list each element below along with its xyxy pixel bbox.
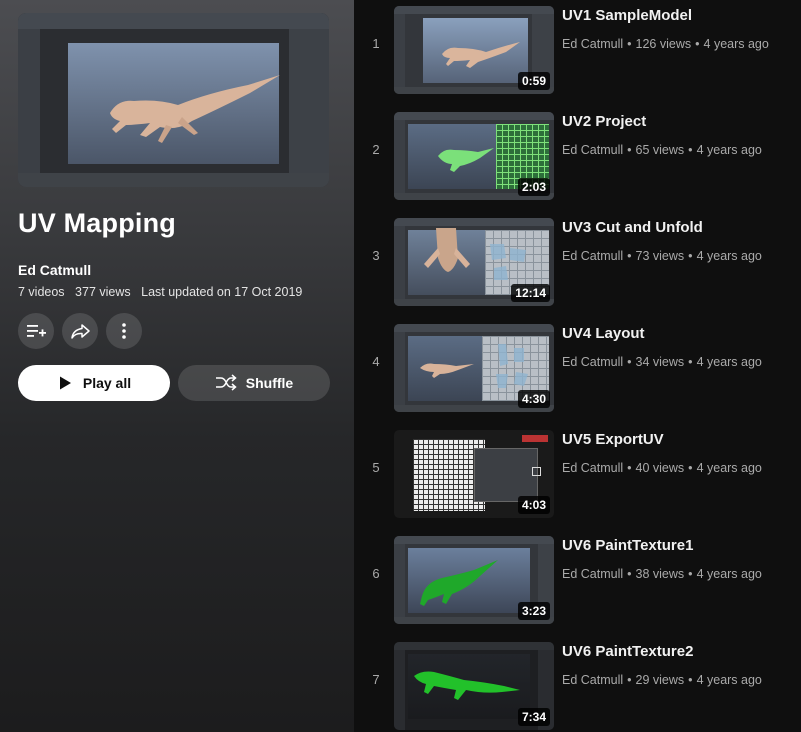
upload-age: 4 years ago [703,37,769,51]
video-duration: 2:03 [517,178,550,196]
more-options-button[interactable] [106,313,142,349]
video-duration: 7:34 [517,708,550,726]
share-button[interactable] [62,313,98,349]
play-all-button[interactable]: Play all [18,365,170,401]
video-meta: Ed Catmull • 34 views • 4 years ago [562,355,762,369]
video-thumbnail[interactable]: 4:03 [394,430,554,518]
play-all-label: Play all [82,375,132,391]
video-index: 6 [372,566,380,581]
video-meta: Ed Catmull • 73 views • 4 years ago [562,249,762,263]
view-count: 73 views [635,249,685,263]
view-count: 29 views [635,673,685,687]
video-title[interactable]: UV4 Layout [562,325,645,342]
video-meta: Ed Catmull • 40 views • 4 years ago [562,461,762,475]
channel-name[interactable]: Ed Catmull [562,461,623,475]
playlist-video-item[interactable]: 6 3:23 UV6 PaintTexture1 Ed Catmull • 38 v… [354,530,801,624]
last-updated: Last updated on 17 Oct 2019 [141,285,303,299]
video-index: 3 [372,248,380,263]
video-title[interactable]: UV6 PaintTexture2 [562,643,693,660]
save-playlist-button[interactable] [18,313,54,349]
video-meta: Ed Catmull • 38 views • 4 years ago [562,567,762,581]
view-count: 65 views [635,143,685,157]
playlist-owner[interactable]: Ed Catmull [18,262,91,278]
video-thumbnail[interactable]: 3:23 [394,536,554,624]
upload-age: 4 years ago [696,249,762,263]
upload-age: 4 years ago [696,461,762,475]
shuffle-icon [215,374,237,391]
video-meta: Ed Catmull • 29 views • 4 years ago [562,673,762,687]
playlist-video-item[interactable]: 2 2:03 UV2 Project Ed Catmull • 65 views • 4… [354,106,801,200]
video-thumbnail[interactable]: 0:59 [394,6,554,94]
playlist-video-item[interactable]: 1 0:59 UV1 SampleModel Ed Catmull • 126 vi… [354,0,801,94]
share-icon [71,324,90,339]
shuffle-label: Shuffle [245,375,294,391]
playlist-hero-thumbnail[interactable] [18,13,329,187]
playlist-video-list: 1 0:59 UV1 SampleModel Ed Catmull • 126 vi… [354,0,801,732]
channel-name[interactable]: Ed Catmull [562,355,623,369]
playlist-stats: 7 videos 377 views Last updated on 17 Oc… [18,285,309,299]
video-meta: Ed Catmull • 126 views • 4 years ago [562,37,769,51]
video-duration: 0:59 [517,72,550,90]
playlist-header-panel: UV Mapping Ed Catmull 7 videos 377 views… [0,0,354,732]
video-index: 5 [372,460,380,475]
video-thumbnail[interactable]: 12:14 [394,218,554,306]
view-count: 34 views [635,355,685,369]
video-index: 1 [372,36,380,51]
play-icon [59,376,71,390]
video-duration: 3:23 [517,602,550,620]
view-count: 126 views [635,37,692,51]
channel-name[interactable]: Ed Catmull [562,673,623,687]
channel-name[interactable]: Ed Catmull [562,567,623,581]
video-thumbnail[interactable]: 7:34 [394,642,554,730]
playlist-video-item[interactable]: 7 7:34 UV6 PaintTexture2 Ed Catmull • 29 v… [354,636,801,730]
video-index: 4 [372,354,380,369]
video-title[interactable]: UV5 ExportUV [562,431,664,448]
view-count: 40 views [635,461,685,475]
video-duration: 4:30 [517,390,550,408]
playlist-video-item[interactable]: 5 4:03 UV5 ExportUV Ed Catmull • 40 views •… [354,424,801,518]
video-count: 7 videos [18,285,65,299]
upload-age: 4 years ago [696,143,762,157]
upload-age: 4 years ago [696,355,762,369]
shuffle-button[interactable]: Shuffle [178,365,330,401]
video-thumbnail[interactable]: 4:30 [394,324,554,412]
view-count: 38 views [635,567,685,581]
video-thumbnail[interactable]: 2:03 [394,112,554,200]
playlist-add-icon [27,325,46,337]
channel-name[interactable]: Ed Catmull [562,249,623,263]
playlist-video-item[interactable]: 3 12:14 UV3 Cut and Unfold Ed Catmull • 73… [354,212,801,306]
video-duration: 4:03 [517,496,550,514]
channel-name[interactable]: Ed Catmull [562,143,623,157]
playlist-video-item[interactable]: 4 4:30 UV4 Layout Ed Catmull • 34 views • 4 … [354,318,801,412]
video-meta: Ed Catmull • 65 views • 4 years ago [562,143,762,157]
total-views: 377 views [75,285,131,299]
playlist-title: UV Mapping [18,208,176,238]
video-index: 2 [372,142,380,157]
more-vert-icon [122,323,126,339]
lizard-model-image [110,75,280,143]
video-duration: 12:14 [511,284,550,302]
video-title[interactable]: UV1 SampleModel [562,7,692,24]
video-title[interactable]: UV3 Cut and Unfold [562,219,703,236]
playlist-page: UV Mapping Ed Catmull 7 videos 377 views… [0,0,801,732]
channel-name[interactable]: Ed Catmull [562,37,623,51]
video-index: 7 [372,672,380,687]
video-title[interactable]: UV2 Project [562,113,646,130]
upload-age: 4 years ago [696,567,762,581]
upload-age: 4 years ago [696,673,762,687]
video-title[interactable]: UV6 PaintTexture1 [562,537,693,554]
